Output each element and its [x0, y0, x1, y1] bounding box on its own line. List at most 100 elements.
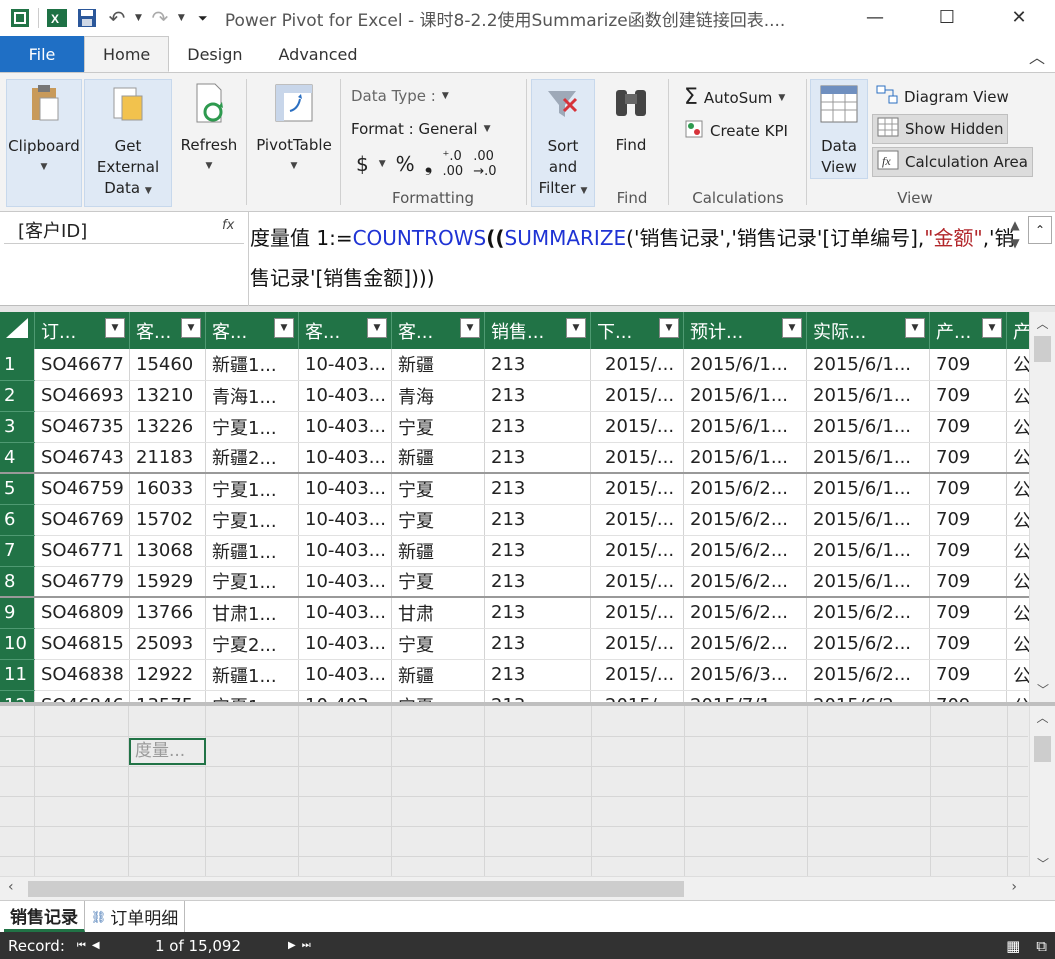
- column-header[interactable]: 预计... ▼: [683, 312, 807, 349]
- measure-cell[interactable]: 度量...: [129, 738, 206, 765]
- table-cell[interactable]: 213: [484, 472, 591, 505]
- table-cell[interactable]: 709: [929, 380, 1007, 412]
- table-cell[interactable]: 新疆1...: [205, 659, 299, 691]
- table-cell[interactable]: 213: [484, 411, 591, 443]
- horizontal-scroll-thumb[interactable]: [28, 881, 684, 897]
- filter-dropdown-icon[interactable]: ▼: [460, 318, 480, 338]
- table-cell[interactable]: 10-403...: [298, 442, 392, 474]
- collapse-ribbon-icon[interactable]: ︿: [1029, 44, 1045, 68]
- diagram-view-button[interactable]: Diagram View: [872, 82, 1013, 112]
- sheet-tab-order-details[interactable]: ⛓ 订单明细: [85, 901, 186, 932]
- table-cell[interactable]: 2015/...: [590, 504, 684, 536]
- table-cell[interactable]: 新疆: [391, 535, 485, 567]
- grid-vertical-scrollbar[interactable]: ︿ ﹀: [1029, 312, 1055, 702]
- table-cell[interactable]: 2015/6/2...: [806, 628, 930, 660]
- table-cell[interactable]: 2015/6/1...: [806, 380, 930, 412]
- table-cell[interactable]: 2015/...: [590, 349, 684, 381]
- table-cell[interactable]: 宁夏1...: [205, 690, 299, 702]
- table-cell[interactable]: 2015/6/1...: [806, 411, 930, 443]
- row-number[interactable]: 2: [0, 380, 35, 412]
- row-number[interactable]: 4: [0, 442, 35, 474]
- calc-scroll-thumb[interactable]: [1034, 736, 1051, 762]
- table-cell[interactable]: 709: [929, 411, 1007, 443]
- table-cell[interactable]: SO46677: [34, 349, 130, 381]
- calc-scroll-up-icon[interactable]: ︿: [1030, 706, 1055, 730]
- table-cell[interactable]: 13226: [129, 411, 206, 443]
- column-header[interactable]: 客... ▼: [391, 312, 485, 349]
- table-cell[interactable]: 2015/...: [590, 442, 684, 474]
- table-cell[interactable]: 2015/6/1...: [683, 349, 807, 381]
- table-cell[interactable]: 宁夏1...: [205, 472, 299, 505]
- table-cell[interactable]: 2015/...: [590, 566, 684, 598]
- table-cell[interactable]: 213: [484, 690, 591, 702]
- scroll-down-icon[interactable]: ﹀: [1030, 678, 1055, 702]
- filter-dropdown-icon[interactable]: ▼: [982, 318, 1002, 338]
- table-cell[interactable]: 2015/6/2...: [806, 596, 930, 629]
- find-button[interactable]: Find: [604, 79, 658, 156]
- table-cell[interactable]: 2015/6/2...: [683, 472, 807, 505]
- table-cell[interactable]: 10-403...: [298, 535, 392, 567]
- calc-vertical-scrollbar[interactable]: ︿ ﹀: [1029, 706, 1055, 876]
- decrease-decimal-icon[interactable]: .00 →.0: [473, 149, 496, 179]
- table-cell[interactable]: 2015/...: [590, 628, 684, 660]
- table-cell[interactable]: 709: [929, 628, 1007, 660]
- table-cell[interactable]: 709: [929, 349, 1007, 381]
- data-view-button[interactable]: Data View: [810, 79, 868, 179]
- table-cell[interactable]: SO46771: [34, 535, 130, 567]
- table-cell[interactable]: 2015/6/1...: [683, 442, 807, 474]
- table-cell[interactable]: 2015/6/1...: [806, 566, 930, 598]
- table-cell[interactable]: 709: [929, 504, 1007, 536]
- table-cell[interactable]: 2015/6/1...: [806, 535, 930, 567]
- tab-advanced[interactable]: Advanced: [261, 36, 376, 72]
- row-number[interactable]: 5: [0, 472, 35, 505]
- table-cell[interactable]: 13766: [129, 596, 206, 629]
- column-header[interactable]: 订... ▼: [34, 312, 130, 349]
- table-cell[interactable]: 10-403...: [298, 472, 392, 505]
- row-number[interactable]: 11: [0, 659, 35, 691]
- table-cell[interactable]: 2015/...: [590, 596, 684, 629]
- table-cell[interactable]: 13068: [129, 535, 206, 567]
- show-hidden-button[interactable]: Show Hidden: [872, 114, 1009, 144]
- table-cell[interactable]: 青海: [391, 380, 485, 412]
- diagram-view-status-icon[interactable]: ⧉: [1036, 937, 1047, 955]
- table-cell[interactable]: 2015/...: [590, 659, 684, 691]
- table-cell[interactable]: 甘肃1...: [205, 596, 299, 629]
- table-cell[interactable]: 新疆1...: [205, 535, 299, 567]
- table-cell[interactable]: 2015/6/2...: [683, 596, 807, 629]
- table-cell[interactable]: 宁夏2...: [205, 628, 299, 660]
- scroll-thumb[interactable]: [1034, 336, 1051, 362]
- column-header[interactable]: 客... ▼: [298, 312, 392, 349]
- table-cell[interactable]: 10-403...: [298, 659, 392, 691]
- undo-icon[interactable]: ↶: [105, 6, 129, 30]
- autosum-button[interactable]: Σ AutoSum ▼: [684, 85, 785, 110]
- sort-and-filter-button[interactable]: Sort and Filter ▼: [531, 79, 595, 207]
- table-cell[interactable]: 709: [929, 566, 1007, 598]
- horizontal-scrollbar[interactable]: ‹ ›: [0, 876, 1055, 900]
- pivottable-button[interactable]: PivotTable ▼: [256, 79, 332, 177]
- table-cell[interactable]: 709: [929, 659, 1007, 691]
- select-all-corner[interactable]: [0, 312, 35, 349]
- scroll-left-icon[interactable]: ‹: [8, 879, 14, 895]
- table-cell[interactable]: SO46743: [34, 442, 130, 474]
- table-cell[interactable]: 10-403...: [298, 690, 392, 702]
- table-cell[interactable]: 15702: [129, 504, 206, 536]
- redo-dropdown-icon[interactable]: ▼: [178, 13, 185, 23]
- table-cell[interactable]: 新疆: [391, 659, 485, 691]
- format-dropdown[interactable]: Format : General ▼: [351, 120, 490, 138]
- table-cell[interactable]: 15460: [129, 349, 206, 381]
- table-cell[interactable]: 2015/6/2...: [806, 690, 930, 702]
- table-cell[interactable]: 709: [929, 596, 1007, 629]
- table-cell[interactable]: SO46809: [34, 596, 130, 629]
- filter-dropdown-icon[interactable]: ▼: [274, 318, 294, 338]
- table-cell[interactable]: 新疆: [391, 349, 485, 381]
- table-cell[interactable]: 2015/...: [590, 472, 684, 505]
- table-cell[interactable]: SO46693: [34, 380, 130, 412]
- formula-input[interactable]: 度量值 1:=COUNTROWS((SUMMARIZE('销售记录','销售记录…: [250, 218, 1026, 298]
- formula-expand-button[interactable]: ⌃: [1028, 216, 1052, 244]
- table-cell[interactable]: 宁夏: [391, 472, 485, 505]
- table-cell[interactable]: 25093: [129, 628, 206, 660]
- table-cell[interactable]: 213: [484, 504, 591, 536]
- row-number[interactable]: 7: [0, 535, 35, 567]
- table-cell[interactable]: 2015/...: [590, 411, 684, 443]
- table-cell[interactable]: 青海1...: [205, 380, 299, 412]
